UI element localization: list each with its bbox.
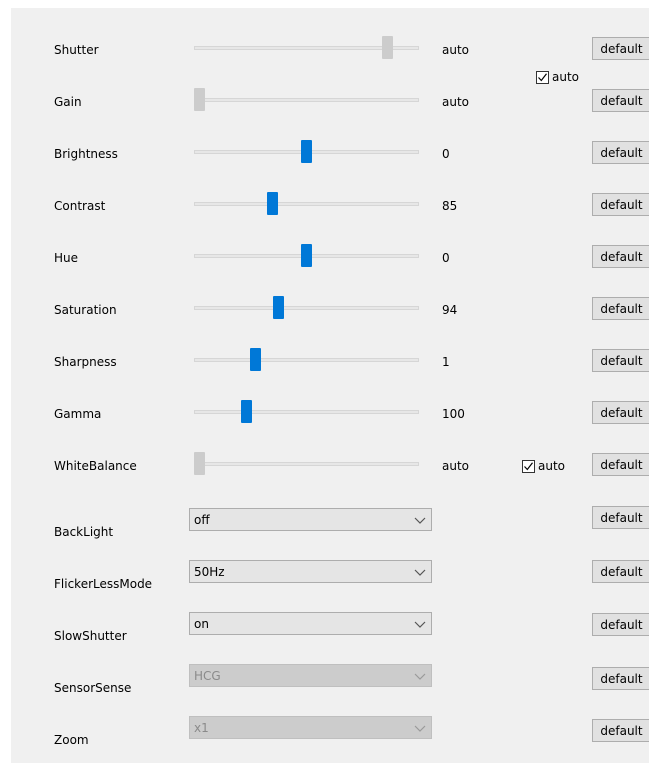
auto-label: auto	[538, 459, 566, 473]
hue-value: 0	[442, 251, 450, 265]
sensorsense-select-value: HCG	[194, 668, 221, 683]
flickerlessmode-default-button[interactable]: default	[592, 560, 649, 583]
flickerlessmode-select[interactable]: 50Hz	[189, 560, 432, 583]
checkmark-icon	[524, 461, 533, 470]
contrast-slider[interactable]	[194, 202, 419, 206]
auto-label: auto	[552, 70, 580, 84]
whitebalance-default-button[interactable]: default	[592, 453, 649, 476]
contrast-value: 85	[442, 199, 458, 213]
brightness-label: Brightness	[54, 147, 118, 161]
hue-slider-thumb[interactable]	[301, 244, 312, 267]
backlight-default-button[interactable]: default	[592, 506, 649, 529]
slowshutter-label: SlowShutter	[54, 629, 127, 643]
flickerlessmode-select-value: 50Hz	[194, 564, 225, 579]
slowshutter-select-value: on	[194, 616, 209, 631]
shutter-label: Shutter	[54, 43, 99, 57]
contrast-default-button[interactable]: default	[592, 193, 649, 216]
gain-default-button[interactable]: default	[592, 89, 649, 112]
contrast-label: Contrast	[54, 199, 106, 213]
flickerlessmode-label: FlickerLessMode	[54, 577, 153, 591]
shutter-gain-auto-checkbox[interactable]: auto	[536, 70, 579, 84]
whitebalance-slider-thumb[interactable]	[194, 452, 205, 475]
backlight-select[interactable]: off	[189, 508, 432, 531]
chevron-down-icon	[414, 569, 426, 576]
shutter-slider-thumb[interactable]	[382, 36, 394, 59]
sharpness-default-button[interactable]: default	[592, 349, 649, 372]
sharpness-slider[interactable]	[194, 358, 419, 362]
checkbox-box[interactable]	[522, 459, 535, 473]
sensorsense-default-button[interactable]: default	[592, 667, 649, 690]
chevron-down-icon	[414, 517, 426, 524]
chevron-down-icon	[414, 621, 426, 628]
checkbox-box[interactable]	[536, 70, 549, 84]
slowshutter-select[interactable]: on	[189, 612, 432, 635]
gain-slider[interactable]	[194, 98, 419, 102]
sensorsense-select: HCG	[189, 664, 432, 687]
gain-value: auto	[442, 95, 470, 109]
backlight-label: BackLight	[54, 525, 114, 539]
zoom-select-value: x1	[194, 720, 209, 735]
hue-label: Hue	[54, 251, 79, 265]
chevron-down-icon	[414, 673, 426, 680]
saturation-label: Saturation	[54, 303, 117, 317]
zoom-default-button[interactable]: default	[592, 719, 649, 742]
chevron-down-icon	[414, 725, 426, 732]
saturation-slider-thumb[interactable]	[273, 296, 285, 319]
shutter-value: auto	[442, 43, 470, 57]
saturation-default-button[interactable]: default	[592, 297, 649, 320]
sharpness-label: Sharpness	[54, 355, 117, 369]
brightness-default-button[interactable]: default	[592, 141, 649, 164]
shutter-default-button[interactable]: default	[592, 37, 649, 60]
brightness-slider-thumb[interactable]	[301, 140, 312, 163]
saturation-value: 94	[442, 303, 458, 317]
sensorsense-label: SensorSense	[54, 681, 132, 695]
saturation-slider[interactable]	[194, 306, 419, 310]
gamma-slider[interactable]	[194, 410, 419, 414]
sharpness-value: 1	[442, 355, 450, 369]
gamma-default-button[interactable]: default	[592, 401, 649, 424]
gamma-label: Gamma	[54, 407, 102, 421]
gain-label: Gain	[54, 95, 82, 109]
whitebalance-label: WhiteBalance	[54, 459, 137, 473]
gamma-slider-thumb[interactable]	[241, 400, 253, 423]
sharpness-slider-thumb[interactable]	[249, 348, 261, 371]
backlight-select-value: off	[194, 512, 210, 527]
whitebalance-value: auto	[442, 459, 470, 473]
zoom-select: x1	[189, 716, 432, 739]
brightness-value: 0	[442, 147, 450, 161]
zoom-label: Zoom	[54, 733, 89, 747]
slowshutter-default-button[interactable]: default	[592, 613, 649, 636]
whitebalance-auto-checkbox[interactable]: auto	[522, 459, 565, 473]
camera-settings-panel: Shutter auto default auto Gain auto defa…	[11, 8, 649, 763]
gain-slider-thumb[interactable]	[194, 88, 205, 111]
checkmark-icon	[538, 72, 547, 81]
contrast-slider-thumb[interactable]	[266, 192, 278, 215]
hue-default-button[interactable]: default	[592, 245, 649, 268]
whitebalance-slider[interactable]	[194, 462, 419, 466]
gamma-value: 100	[442, 407, 465, 421]
